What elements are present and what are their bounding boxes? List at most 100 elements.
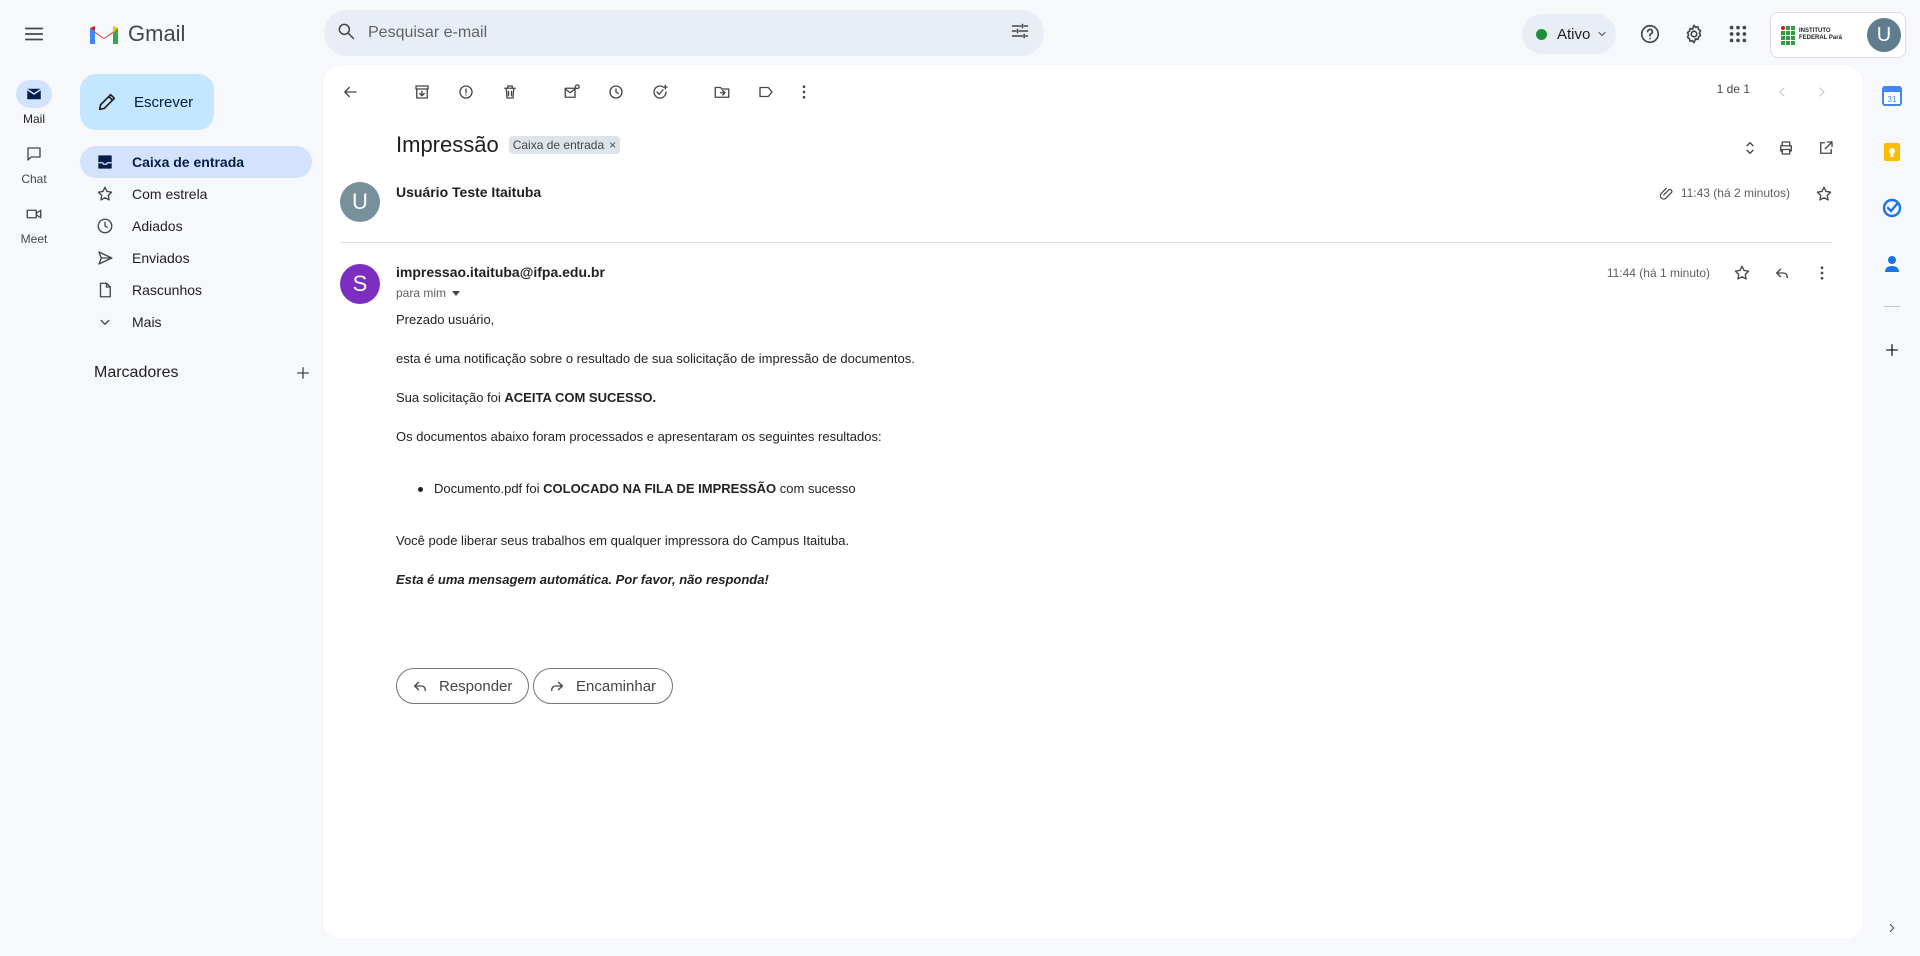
open-new-window-button[interactable] (1810, 132, 1842, 164)
mark-unread-icon (564, 84, 580, 98)
rail-item-chat[interactable]: Chat (0, 140, 68, 186)
report-spam-button[interactable] (448, 74, 484, 110)
get-addons-button[interactable] (1876, 334, 1908, 366)
sidebar-item-label: Com estrela (132, 186, 208, 202)
compose-button[interactable]: Escrever (80, 74, 214, 130)
reply-action-button[interactable]: Responder (396, 668, 530, 704)
status-label: Ativo (1557, 25, 1591, 43)
plus-icon (297, 367, 309, 379)
status-value: ACEITA COM SUCESSO. (504, 390, 657, 405)
labels-button[interactable] (748, 74, 784, 110)
expand-all-button[interactable] (1734, 132, 1766, 164)
sidebar-item-label: Mais (132, 314, 162, 330)
support-button[interactable] (1630, 14, 1670, 54)
label-icon (759, 86, 773, 98)
remove-label-icon[interactable]: × (609, 138, 616, 152)
search-options-icon[interactable] (1010, 21, 1030, 41)
message-toolbar: 1 de 1 (324, 66, 1862, 114)
star-icon (1734, 265, 1750, 280)
message-more-button[interactable] (1806, 257, 1838, 289)
gmail-logo[interactable]: Gmail (88, 18, 185, 50)
org-logo: INSTITUTO FEDERAL Pará (1781, 25, 1855, 45)
star-button[interactable] (1808, 178, 1840, 210)
chat-icon (16, 140, 52, 168)
sidebar-item-more[interactable]: Mais (80, 306, 312, 338)
contacts-app-button[interactable] (1876, 248, 1908, 280)
snooze-button[interactable] (598, 74, 634, 110)
sender-avatar[interactable]: U (340, 182, 380, 222)
recipient-details[interactable]: para mim (396, 286, 461, 300)
results-intro: Os documentos abaixo foram processados e… (396, 429, 882, 444)
forward-label: Encaminhar (576, 677, 657, 695)
sender-email[interactable]: impressao.itaituba@ifpa.edu.br (396, 264, 605, 280)
ifpa-logo-icon (1781, 25, 1795, 45)
older-button[interactable] (1804, 74, 1840, 110)
tasks-app-button[interactable] (1876, 192, 1908, 224)
sidebar-item-snoozed[interactable]: Adiados (80, 210, 312, 242)
message-view: 1 de 1 Impressão Caixa de entrada × U Us… (324, 66, 1862, 938)
item-file: Documento.pdf foi (434, 481, 544, 496)
star-icon (1816, 186, 1832, 201)
hamburger-menu-icon (24, 27, 44, 41)
star-button[interactable] (1726, 257, 1758, 289)
message-time: 11:43 (há 2 minutos) (1659, 185, 1790, 201)
meet-icon (16, 200, 52, 228)
archive-button[interactable] (404, 74, 440, 110)
more-vert-icon (802, 85, 806, 99)
show-side-panel-button[interactable] (1880, 916, 1904, 940)
calendar-app-button[interactable]: 31 (1876, 80, 1908, 112)
compose-label: Escrever (134, 93, 194, 111)
labels-title: Marcadores (94, 364, 179, 381)
apps-button[interactable] (1718, 14, 1758, 54)
inbox-icon (96, 153, 114, 171)
move-to-button[interactable] (704, 74, 740, 110)
plus-icon (1886, 344, 1898, 356)
sidebar-item-drafts[interactable]: Rascunhos (80, 274, 312, 306)
avatar[interactable]: U (1867, 18, 1901, 52)
status-selector[interactable]: Ativo (1522, 14, 1616, 54)
forward-action-button[interactable]: Encaminhar (533, 668, 674, 704)
more-options-button[interactable] (786, 74, 822, 110)
arrow-left-icon (344, 86, 357, 98)
search-input[interactable] (368, 10, 908, 56)
back-button[interactable] (332, 74, 368, 110)
keep-app-button[interactable] (1876, 136, 1908, 168)
rail-label-chat: Chat (21, 172, 47, 186)
inbox-label-chip[interactable]: Caixa de entrada × (508, 136, 621, 154)
chevron-left-icon (1779, 87, 1785, 97)
org-name: INSTITUTO FEDERAL Pará (1799, 28, 1842, 41)
pencil-icon (96, 91, 118, 113)
message-time-label: 11:43 (há 2 minutos) (1680, 186, 1790, 200)
subject-row: Impressão Caixa de entrada × (396, 132, 621, 158)
sidebar-item-inbox[interactable]: Caixa de entrada (80, 146, 312, 178)
sender-avatar[interactable]: S (340, 264, 380, 304)
report-icon (459, 85, 473, 99)
add-task-button[interactable] (642, 74, 678, 110)
main-menu-button[interactable] (14, 14, 54, 54)
apps-grid-icon (1729, 25, 1747, 43)
rail-item-meet[interactable]: Meet (0, 200, 68, 246)
caret-down-icon (452, 290, 461, 296)
rail-item-mail[interactable]: Mail (0, 80, 68, 126)
app-rail: Mail Chat Meet (0, 80, 68, 260)
add-label-button[interactable] (294, 364, 312, 382)
reply-button[interactable] (1766, 257, 1798, 289)
list-item: Documento.pdf foi COLOCADO NA FILA DE IM… (418, 481, 856, 497)
settings-button[interactable] (1674, 14, 1714, 54)
search-bar (324, 10, 1044, 56)
search-icon[interactable] (336, 21, 356, 41)
recipient-label: para mim (396, 286, 447, 300)
svg-text:31: 31 (1888, 95, 1897, 104)
delete-button[interactable] (492, 74, 528, 110)
sidebar-item-sent[interactable]: Enviados (80, 242, 312, 274)
mail-icon (16, 80, 52, 108)
print-button[interactable] (1770, 132, 1802, 164)
mark-unread-button[interactable] (554, 74, 590, 110)
send-icon (96, 249, 114, 267)
help-icon (1640, 24, 1660, 44)
sender-name[interactable]: Usuário Teste Itaituba (396, 184, 541, 200)
account-switcher[interactable]: INSTITUTO FEDERAL Pará U (1770, 12, 1906, 58)
sidebar-item-starred[interactable]: Com estrela (80, 178, 312, 210)
newer-button[interactable] (1764, 74, 1800, 110)
clock-icon (96, 217, 114, 235)
